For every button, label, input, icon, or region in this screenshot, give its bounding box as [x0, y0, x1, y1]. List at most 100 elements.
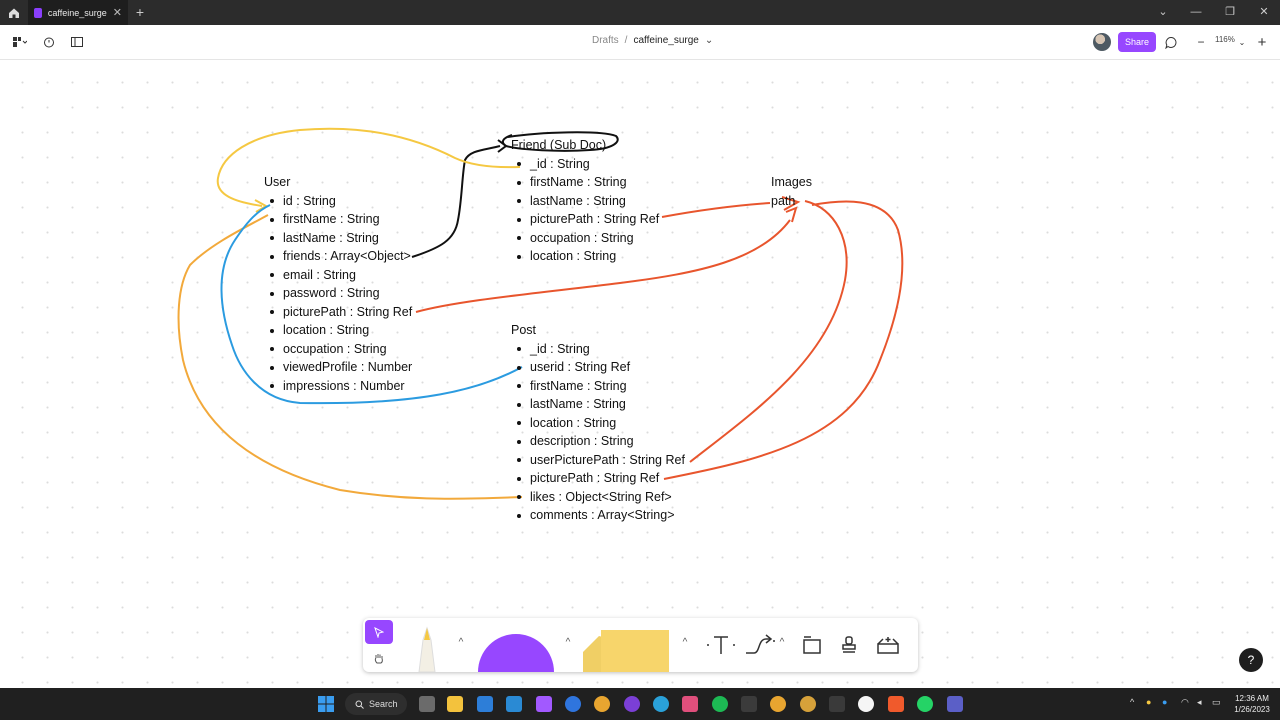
- speaker-icon[interactable]: ◂: [1197, 697, 1202, 708]
- battery-icon[interactable]: ▭: [1212, 697, 1221, 708]
- chevron-down-icon[interactable]: ⌄: [1151, 4, 1175, 20]
- chevron-up-icon[interactable]: ^: [562, 636, 574, 648]
- marker-tool-button[interactable]: [413, 626, 441, 672]
- close-window-icon[interactable]: ✕: [1252, 4, 1276, 20]
- post-field: userPicturePath : String Ref: [511, 451, 685, 470]
- avatar[interactable]: [1093, 33, 1111, 51]
- text-tool-button[interactable]: [706, 630, 736, 660]
- user-field: lastName : String: [264, 229, 412, 248]
- task-view-icon[interactable]: [419, 696, 435, 712]
- whatsapp-icon[interactable]: [917, 696, 933, 712]
- teams-icon[interactable]: [947, 696, 963, 712]
- user-field: password : String: [264, 284, 412, 303]
- file-name[interactable]: caffeine_surge: [633, 35, 698, 46]
- top-toolbar: Drafts / caffeine_surge ⌄ Share − 116% ⌄…: [0, 25, 1280, 60]
- chevron-down-icon[interactable]: ⌄: [705, 35, 713, 46]
- share-button[interactable]: Share: [1118, 32, 1156, 52]
- mail-icon[interactable]: [477, 696, 493, 712]
- tab-caffeine-surge[interactable]: caffeine_surge ✕: [28, 0, 128, 25]
- images-schema[interactable]: Images path: [771, 173, 812, 210]
- breadcrumb-separator: /: [624, 35, 628, 46]
- new-tab-button[interactable]: +: [132, 4, 148, 20]
- tool-dock: ^ ^ ^ ^: [363, 618, 918, 672]
- windows-start-icon[interactable]: [318, 696, 334, 712]
- tab-title: caffeine_surge: [47, 7, 107, 18]
- vscode-icon[interactable]: [506, 696, 522, 712]
- zoom-in-button[interactable]: +: [1254, 33, 1270, 51]
- tab-bar: caffeine_surge ✕ + ⌄ — ❐ ✕: [0, 0, 1280, 25]
- figjam-icon: [34, 7, 42, 18]
- user-field: firstName : String: [264, 210, 412, 229]
- marker-icon: [418, 626, 436, 672]
- tray-app-icon[interactable]: ●: [1162, 697, 1167, 707]
- figma-icon[interactable]: [536, 696, 552, 712]
- user-field: friends : Array<Object>: [264, 247, 412, 266]
- breadcrumb: Drafts / caffeine_surge ⌄: [592, 35, 713, 46]
- app-icon[interactable]: [624, 696, 640, 712]
- todo-icon[interactable]: [741, 696, 757, 712]
- connector-tool-button[interactable]: [744, 630, 776, 660]
- app-icon[interactable]: [858, 696, 874, 712]
- layout-panel-icon[interactable]: [69, 33, 85, 51]
- chevron-up-icon[interactable]: ^: [776, 636, 788, 648]
- restore-icon[interactable]: ❐: [1218, 4, 1242, 20]
- post-fields: _id : String userid : String Ref firstNa…: [511, 340, 685, 525]
- widgets-icon: [877, 637, 899, 654]
- tray-app-icon[interactable]: ●: [1146, 697, 1151, 707]
- post-field: picturePath : String Ref: [511, 469, 685, 488]
- zoom-out-button[interactable]: −: [1193, 33, 1209, 51]
- friend-field: _id : String: [511, 155, 659, 174]
- hand-tool-button[interactable]: [365, 646, 393, 670]
- sticky-note-icon: [583, 630, 669, 672]
- chevron-up-icon[interactable]: ^: [679, 636, 691, 648]
- post-field: description : String: [511, 432, 685, 451]
- comment-icon[interactable]: [1163, 33, 1179, 51]
- system-clock[interactable]: 12:36 AM 1/26/2023: [1228, 693, 1276, 715]
- taskbar: Search ^ ● ● ◠ ◂ ▭ 12:36 AM 1/26/2023: [0, 688, 1280, 720]
- close-tab-icon[interactable]: ✕: [113, 6, 122, 19]
- shape-tool-button[interactable]: [478, 628, 554, 672]
- select-tool-button[interactable]: [365, 620, 393, 644]
- text-icon: [707, 636, 735, 654]
- spotify-icon[interactable]: [712, 696, 728, 712]
- breadcrumb-drafts[interactable]: Drafts: [592, 35, 619, 46]
- slack-icon[interactable]: [682, 696, 698, 712]
- stamp-tool-button[interactable]: [836, 632, 862, 658]
- friend-field: picturePath : String Ref: [511, 210, 659, 229]
- clock-date: 1/26/2023: [1234, 705, 1270, 714]
- main-menu-icon[interactable]: [8, 33, 30, 51]
- user-schema[interactable]: User id : String firstName : String last…: [264, 173, 412, 395]
- post-field: userid : String Ref: [511, 358, 685, 377]
- chevron-down-icon[interactable]: ⌄: [1237, 33, 1247, 51]
- stamp-icon: [842, 636, 856, 653]
- timer-icon[interactable]: [41, 33, 57, 51]
- post-field: location : String: [511, 414, 685, 433]
- friend-schema[interactable]: Friend (Sub Doc) _id : String firstName …: [511, 136, 659, 266]
- terminal-icon[interactable]: [829, 696, 845, 712]
- widgets-tool-button[interactable]: [873, 632, 903, 658]
- home-icon[interactable]: [4, 3, 24, 22]
- telegram-icon[interactable]: [653, 696, 669, 712]
- post-field: comments : Array<String>: [511, 506, 685, 525]
- chrome-icon[interactable]: [800, 696, 816, 712]
- user-field: impressions : Number: [264, 377, 412, 396]
- canvas[interactable]: User id : String firstName : String last…: [0, 60, 1280, 688]
- firefox-icon[interactable]: [565, 696, 581, 712]
- chrome-icon[interactable]: [770, 696, 786, 712]
- post-schema[interactable]: Post _id : String userid : String Ref fi…: [511, 321, 685, 525]
- zoom-level[interactable]: 116%: [1215, 35, 1235, 44]
- hand-icon: [374, 654, 383, 664]
- minimize-icon[interactable]: —: [1184, 4, 1208, 20]
- chrome-icon[interactable]: [594, 696, 610, 712]
- chevron-up-icon[interactable]: ^: [455, 636, 467, 648]
- section-tool-button[interactable]: [799, 632, 825, 658]
- taskbar-search[interactable]: Search: [345, 693, 407, 715]
- images-title: Images: [771, 175, 812, 189]
- chevron-up-icon[interactable]: ^: [1130, 697, 1134, 707]
- user-field: id : String: [264, 192, 412, 211]
- git-icon[interactable]: [888, 696, 904, 712]
- wifi-icon[interactable]: ◠: [1181, 697, 1189, 708]
- file-explorer-icon[interactable]: [447, 696, 463, 712]
- sticky-note-tool-button[interactable]: [581, 628, 671, 672]
- help-button[interactable]: ?: [1239, 648, 1263, 672]
